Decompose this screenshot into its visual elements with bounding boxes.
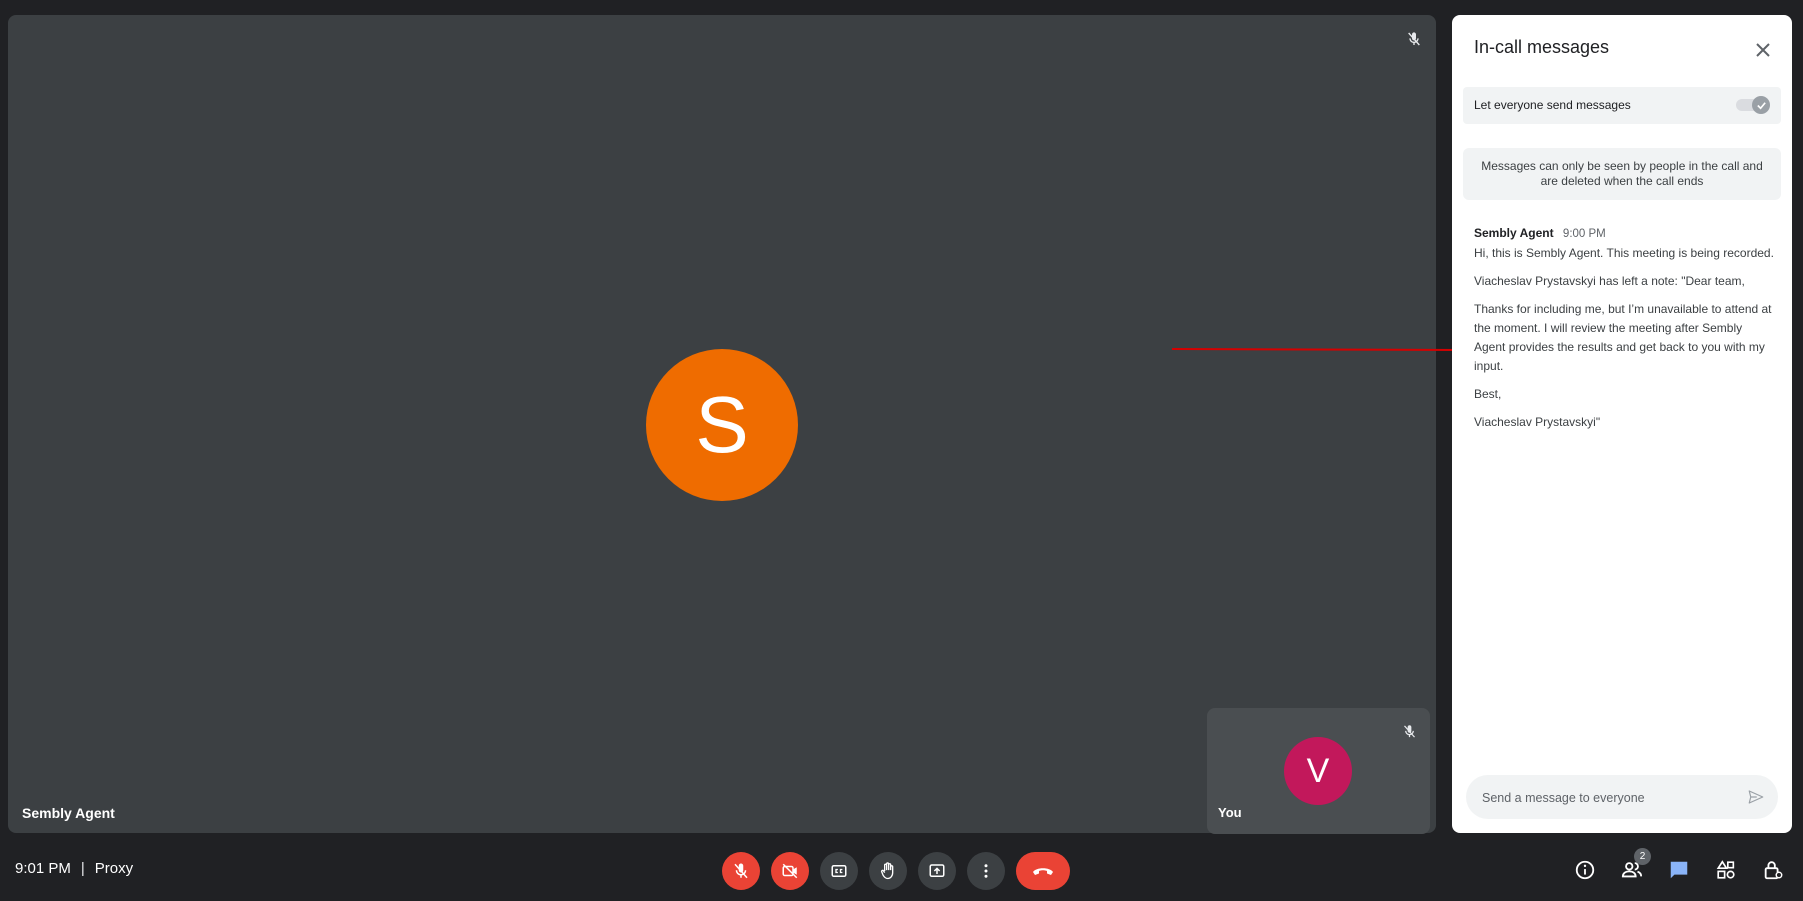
meeting-name: Proxy bbox=[94, 860, 134, 877]
camera-off-icon bbox=[782, 863, 798, 879]
current-time: 9:01 PM bbox=[15, 860, 71, 877]
close-panel-button[interactable] bbox=[1748, 35, 1778, 65]
separator: | bbox=[80, 860, 85, 877]
activities-button[interactable] bbox=[1711, 855, 1741, 885]
toggle-label: Let everyone send messages bbox=[1474, 98, 1631, 112]
more-vert-icon bbox=[984, 864, 988, 878]
close-icon bbox=[1756, 43, 1770, 57]
send-icon bbox=[1748, 790, 1764, 804]
call-end-icon bbox=[1033, 868, 1053, 875]
present-button[interactable] bbox=[918, 852, 956, 890]
muted-mic-icon bbox=[1398, 720, 1420, 742]
message-paragraph: Viacheslav Prystavskyi" bbox=[1474, 415, 1601, 429]
message-paragraph: Thanks for including me, but I’m unavail… bbox=[1474, 302, 1772, 373]
side-controls: 2 bbox=[1570, 848, 1788, 885]
panel-title: In-call messages bbox=[1474, 37, 1610, 57]
message-sender: Sembly Agent bbox=[1474, 226, 1554, 240]
more-options-button[interactable] bbox=[967, 852, 1005, 890]
message-list: Sembly Agent 9:00 PM Hi, this is Sembly … bbox=[1474, 226, 1774, 441]
activities-icon bbox=[1716, 860, 1735, 879]
captions-icon bbox=[831, 865, 847, 877]
mic-off-icon bbox=[734, 863, 748, 879]
mic-off-button[interactable] bbox=[722, 852, 760, 890]
send-messages-setting: Let everyone send messages bbox=[1463, 87, 1781, 124]
message-header: Sembly Agent 9:00 PM bbox=[1474, 226, 1774, 240]
message-paragraph: Hi, this is Sembly Agent. This meeting i… bbox=[1474, 246, 1774, 260]
send-message-button[interactable] bbox=[1744, 785, 1768, 809]
annotation-arrow bbox=[1171, 345, 1472, 355]
chat-icon bbox=[1670, 861, 1688, 879]
message-input[interactable] bbox=[1480, 787, 1734, 809]
check-icon bbox=[1756, 101, 1766, 109]
in-call-messages-panel: In-call messages Let everyone send messa… bbox=[1452, 15, 1792, 833]
muted-mic-icon bbox=[1402, 27, 1426, 51]
lock-person-icon bbox=[1764, 861, 1783, 880]
meeting-info: 9:01 PM | Proxy bbox=[15, 860, 133, 877]
message-time: 9:00 PM bbox=[1562, 228, 1606, 240]
toggle-thumb bbox=[1752, 96, 1770, 114]
main-video-tile: S Sembly Agent V You bbox=[8, 15, 1436, 834]
chat-button[interactable] bbox=[1664, 855, 1694, 885]
self-video-tile[interactable]: V You bbox=[1207, 708, 1430, 834]
people-button[interactable]: 2 bbox=[1617, 848, 1651, 885]
message-composer bbox=[1466, 775, 1778, 819]
participant-name-label: Sembly Agent bbox=[22, 805, 115, 821]
camera-off-button[interactable] bbox=[771, 852, 809, 890]
participant-count-badge: 2 bbox=[1634, 848, 1651, 865]
participant-avatar: S bbox=[646, 349, 798, 501]
host-controls-button[interactable] bbox=[1758, 855, 1788, 885]
meeting-details-button[interactable] bbox=[1570, 855, 1600, 885]
info-icon bbox=[1575, 860, 1595, 880]
self-label: You bbox=[1218, 805, 1242, 820]
leave-call-button[interactable] bbox=[1016, 852, 1070, 890]
captions-button[interactable] bbox=[820, 852, 858, 890]
message-paragraph: Best, bbox=[1474, 387, 1502, 401]
privacy-info-box: Messages can only be seen by people in t… bbox=[1463, 148, 1781, 200]
message-paragraph: Viacheslav Prystavskyi has left a note: … bbox=[1474, 274, 1745, 288]
hand-icon bbox=[881, 862, 894, 880]
present-screen-icon bbox=[929, 864, 945, 877]
raise-hand-button[interactable] bbox=[869, 852, 907, 890]
self-avatar: V bbox=[1284, 737, 1352, 805]
call-controls bbox=[722, 852, 1070, 890]
send-messages-toggle[interactable] bbox=[1736, 96, 1770, 114]
